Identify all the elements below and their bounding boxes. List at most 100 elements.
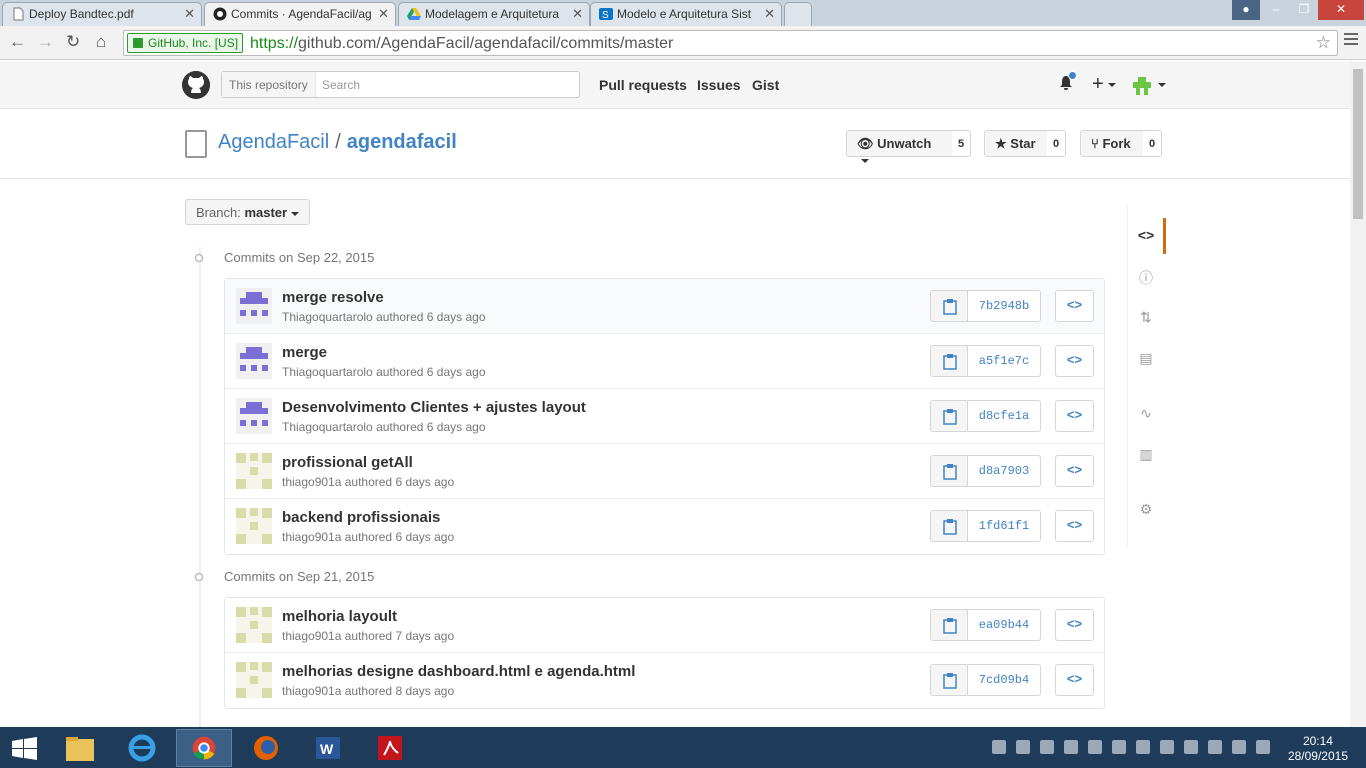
commit-title[interactable]: backend profissionais <box>282 509 440 526</box>
acrobat-icon[interactable] <box>362 729 418 767</box>
scrollbar-thumb[interactable] <box>1353 69 1363 219</box>
commit-title[interactable]: melhorias designe dashboard.html e agend… <box>282 663 635 680</box>
copy-sha-button[interactable] <box>930 345 968 377</box>
code-icon[interactable]: <> <box>1137 227 1155 245</box>
commit-title[interactable]: merge resolve <box>282 289 384 306</box>
bookmark-star-icon[interactable]: ☆ <box>1316 33 1331 53</box>
new-tab-button[interactable] <box>784 2 812 26</box>
fork-count[interactable]: 0 <box>1143 130 1163 157</box>
commit-title[interactable]: profissional getAll <box>282 454 413 471</box>
commit-title[interactable]: melhoria layoult <box>282 608 397 625</box>
restore-icon[interactable]: ❐ <box>1290 0 1318 20</box>
commit-author[interactable]: Thiagoquartarolo <box>282 310 373 324</box>
close-icon[interactable]: ✕ <box>572 6 583 22</box>
commit-author[interactable]: thiago901a <box>282 684 341 698</box>
settings-icon[interactable]: ⚙ <box>1137 501 1155 519</box>
tray-icon[interactable] <box>1232 740 1246 754</box>
commit-author[interactable]: Thiagoquartarolo <box>282 420 373 434</box>
file-explorer-icon[interactable] <box>52 729 108 767</box>
wiki-icon[interactable]: ▤ <box>1137 350 1155 368</box>
star-count[interactable]: 0 <box>1047 130 1067 157</box>
issues-icon[interactable]: ⓘ <box>1137 268 1155 286</box>
start-button-icon[interactable] <box>0 729 50 767</box>
volume-icon[interactable] <box>1256 740 1270 754</box>
nav-pull-requests[interactable]: Pull requests <box>599 77 687 93</box>
copy-sha-button[interactable] <box>930 400 968 432</box>
search-input[interactable]: Search <box>322 78 360 92</box>
commit-author[interactable]: thiago901a <box>282 629 341 643</box>
commit-author[interactable]: thiago901a <box>282 475 341 489</box>
commit-sha-link[interactable]: d8a7903 <box>967 455 1041 487</box>
tray-icon[interactable] <box>1208 740 1222 754</box>
close-icon[interactable]: ✕ <box>764 6 775 22</box>
system-clock[interactable]: 20:14 28/09/2015 <box>1288 734 1348 764</box>
chrome-menu-icon[interactable] <box>1344 33 1358 48</box>
commit-sha-link[interactable]: a5f1e7c <box>967 345 1041 377</box>
browse-code-button[interactable]: <> <box>1055 345 1094 377</box>
copy-sha-button[interactable] <box>930 609 968 641</box>
search-box[interactable]: This repository Search <box>221 71 580 98</box>
copy-sha-button[interactable] <box>930 290 968 322</box>
user-icon[interactable]: ● <box>1232 0 1260 20</box>
browse-code-button[interactable]: <> <box>1055 290 1094 322</box>
commit-sha-link[interactable]: 7cd09b4 <box>967 664 1041 696</box>
back-icon[interactable]: ← <box>9 32 26 52</box>
ev-certificate-badge[interactable]: GitHub, Inc. [US] <box>127 33 244 53</box>
repo-name-link[interactable]: agendafacil <box>347 131 457 153</box>
firefox-icon[interactable] <box>238 729 294 767</box>
browse-code-button[interactable]: <> <box>1055 609 1094 641</box>
page-scrollbar[interactable] <box>1350 61 1366 727</box>
browser-tab-active[interactable]: Commits · AgendaFacil/ag ✕ <box>204 2 396 26</box>
pulse-icon[interactable]: ∿ <box>1137 405 1155 423</box>
watch-count[interactable]: 5 <box>952 130 972 157</box>
minimize-icon[interactable]: ‒ <box>1262 0 1290 20</box>
tray-icon[interactable] <box>1184 740 1198 754</box>
address-bar[interactable]: GitHub, Inc. [US] https://github.com/Age… <box>123 30 1338 56</box>
tray-icon[interactable] <box>1136 740 1150 754</box>
tray-icon[interactable] <box>1040 740 1054 754</box>
unwatch-button[interactable]: 👁 Unwatch <box>846 130 953 163</box>
browse-code-button[interactable]: <> <box>1055 664 1094 696</box>
branch-selector[interactable]: Branch: master <box>185 199 311 225</box>
browser-tab[interactable]: Modelagem e Arquitetura ✕ <box>398 2 590 26</box>
create-new-icon[interactable]: + <box>1092 73 1116 96</box>
window-close-icon[interactable]: ✕ <box>1318 0 1364 20</box>
browse-code-button[interactable]: <> <box>1055 400 1094 432</box>
home-icon[interactable]: ⌂ <box>96 32 106 52</box>
commit-sha-link[interactable]: 7b2948b <box>967 290 1041 322</box>
browse-code-button[interactable]: <> <box>1055 510 1094 542</box>
tray-icon[interactable] <box>1112 740 1126 754</box>
network-icon[interactable] <box>1160 740 1174 754</box>
close-icon[interactable]: ✕ <box>184 6 195 22</box>
commit-author[interactable]: Thiagoquartarolo <box>282 365 373 379</box>
forward-icon[interactable]: → <box>37 32 54 52</box>
nav-gist[interactable]: Gist <box>752 77 779 93</box>
commit-author[interactable]: thiago901a <box>282 530 341 544</box>
copy-sha-button[interactable] <box>930 510 968 542</box>
commit-title[interactable]: merge <box>282 344 327 361</box>
bluetooth-icon[interactable] <box>1064 740 1078 754</box>
tray-icon[interactable] <box>1088 740 1102 754</box>
tray-icon[interactable] <box>992 740 1006 754</box>
commit-sha-link[interactable]: ea09b44 <box>967 609 1041 641</box>
nav-issues[interactable]: Issues <box>697 77 741 93</box>
fork-button[interactable]: ⑂ Fork <box>1080 130 1144 157</box>
commit-sha-link[interactable]: d8cfe1a <box>967 400 1041 432</box>
browser-tab[interactable]: Deploy Bandtec.pdf ✕ <box>2 2 202 26</box>
github-logo-icon[interactable] <box>182 71 210 99</box>
browser-tab[interactable]: S Modelo e Arquitetura Sist ✕ <box>590 2 782 26</box>
copy-sha-button[interactable] <box>930 455 968 487</box>
commit-sha-link[interactable]: 1fd61f1 <box>967 510 1041 542</box>
star-button[interactable]: ★ Star <box>984 130 1048 157</box>
word-icon[interactable]: W <box>300 729 356 767</box>
internet-explorer-icon[interactable] <box>114 729 170 767</box>
copy-sha-button[interactable] <box>930 664 968 696</box>
chrome-icon[interactable] <box>176 729 232 767</box>
reload-icon[interactable]: ↻ <box>66 32 80 52</box>
commit-title[interactable]: Desenvolvimento Clientes + ajustes layou… <box>282 399 586 416</box>
graphs-icon[interactable]: ▥ <box>1137 446 1155 464</box>
tray-icon[interactable] <box>1016 740 1030 754</box>
repo-owner-link[interactable]: AgendaFacil <box>218 131 329 153</box>
pull-request-icon[interactable]: ⇅ <box>1137 309 1155 327</box>
url-text[interactable]: https://github.com/AgendaFacil/agendafac… <box>250 35 673 53</box>
